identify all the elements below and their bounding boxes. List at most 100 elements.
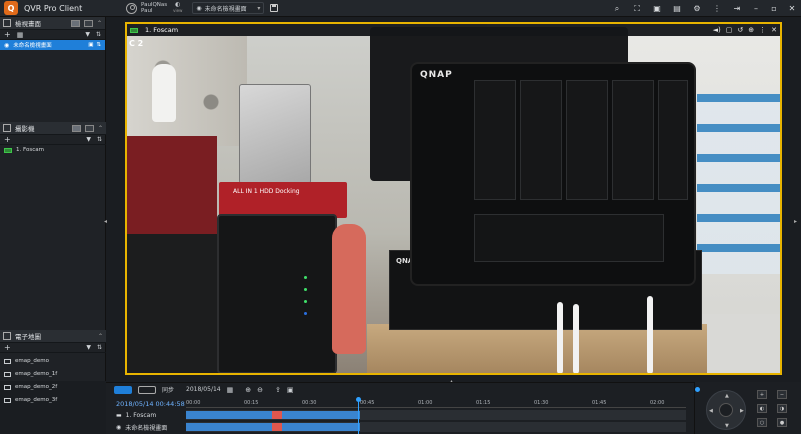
list-item[interactable]: emap_demo_1f xyxy=(0,369,106,379)
iris-open-button[interactable]: ○ xyxy=(757,418,767,427)
camera-status-icon xyxy=(4,147,12,153)
list-item[interactable]: emap_demo xyxy=(0,356,106,366)
list-item[interactable]: emap_demo_2f xyxy=(0,382,106,392)
live-mode-button[interactable] xyxy=(114,385,132,394)
sidebar-collapse-handle[interactable]: ◂ xyxy=(104,218,107,225)
zoom-out-button[interactable]: − xyxy=(777,390,787,399)
video-tile-title: 1. Foscam xyxy=(145,26,179,34)
grid-view-button[interactable] xyxy=(84,124,94,132)
add-icon[interactable]: + xyxy=(4,30,11,39)
tick-label: 01:30 xyxy=(534,400,549,406)
user-icon xyxy=(126,2,137,14)
filter-icon[interactable]: ▼ xyxy=(86,344,91,351)
grid-view-button[interactable] xyxy=(83,19,93,27)
search-icon[interactable]: ⌕ xyxy=(607,4,627,14)
iris-close-button[interactable]: ● xyxy=(777,418,787,427)
calendar-icon[interactable]: ▦ xyxy=(227,386,234,394)
cameras-toolbar: + ▼ ⇅ xyxy=(0,135,106,145)
collapse-icon[interactable]: ⌃ xyxy=(97,20,102,27)
app-logo: Q xyxy=(4,1,18,15)
list-item[interactable]: emap_demo_3f xyxy=(0,395,106,405)
ptz-center-button[interactable] xyxy=(719,403,733,417)
tick-label: 02:00 xyxy=(650,400,665,406)
logout-icon[interactable]: ⇥ xyxy=(727,4,747,13)
save-icon[interactable]: ▣ xyxy=(287,386,294,394)
save-icon[interactable] xyxy=(270,4,279,12)
arrow-down-icon[interactable]: ▼ xyxy=(725,423,729,429)
add-icon[interactable]: + xyxy=(4,135,11,144)
ptz-joystick[interactable]: ▲ ▼ ◀ ▶ xyxy=(706,390,746,430)
layout-icon[interactable]: ▦ xyxy=(17,31,24,39)
sort-icon[interactable]: ⇅ xyxy=(97,136,102,143)
list-view-button[interactable] xyxy=(71,124,81,132)
zoom-icon[interactable]: ⊕ xyxy=(748,26,754,34)
app-title: QVR Pro Client xyxy=(24,3,83,13)
more-icon[interactable]: ⋮ xyxy=(707,4,727,13)
zoom-in-button[interactable]: + xyxy=(757,390,767,399)
emap-toolbar: + ▼ ⇅ xyxy=(0,343,106,353)
add-icon[interactable]: + xyxy=(4,343,11,352)
minimize-icon[interactable]: – xyxy=(747,4,765,13)
filter-icon[interactable]: ▼ xyxy=(85,31,90,38)
timeline-track[interactable] xyxy=(186,410,686,420)
maximize-icon[interactable]: ▫ xyxy=(765,4,783,13)
timeline-ruler[interactable]: 00:00 00:15 00:30 00:45 01:00 01:15 01:3… xyxy=(186,400,686,408)
arrow-right-icon[interactable]: ▶ xyxy=(740,408,744,414)
snapshot-icon[interactable]: ▢ xyxy=(726,26,733,34)
timeline-playhead[interactable] xyxy=(356,397,361,434)
arrow-up-icon[interactable]: ▲ xyxy=(725,393,729,399)
camera-icon: ▬ xyxy=(116,411,122,419)
map-icon xyxy=(4,384,11,390)
map-icon xyxy=(4,358,11,364)
collapse-icon[interactable]: ⌃ xyxy=(98,125,103,132)
view-selector[interactable]: ◉ 未命名檢視畫面 ▾ xyxy=(192,2,265,14)
list-item[interactable]: ◉ 未命名檢視畫面 ▣ ⇅ xyxy=(0,40,105,50)
focus-far-button[interactable]: ◑ xyxy=(777,404,787,413)
date-picker[interactable]: 2018/05/14 xyxy=(186,386,221,393)
zoom-out-icon[interactable]: ⊖ xyxy=(257,386,263,394)
list-view-button[interactable] xyxy=(70,19,80,27)
zoom-in-icon[interactable]: ⊕ xyxy=(245,386,251,394)
playback-mode-button[interactable] xyxy=(138,385,156,394)
grid-icon xyxy=(3,19,11,27)
cameras-panel-title: 攝影機 xyxy=(15,125,35,133)
title-bar: Q QVR Pro Client PaulQNas Paul ◐ view ◉ … xyxy=(0,0,801,17)
sort-icon[interactable]: ⇅ xyxy=(96,42,101,48)
user-account[interactable]: PaulQNas Paul xyxy=(126,2,167,14)
nas-brand: QNAP xyxy=(420,70,453,80)
lock-icon[interactable]: ▤ xyxy=(667,4,687,13)
emap-panel-title: 電子地圖 xyxy=(15,333,41,341)
tick-label: 01:00 xyxy=(418,400,433,406)
arrow-left-icon[interactable]: ◀ xyxy=(709,408,713,414)
export-icon[interactable]: ⇪ xyxy=(275,386,281,394)
more-icon[interactable]: ⋮ xyxy=(759,26,766,34)
video-tile[interactable]: QNAP QNAP ALL IN 1 HDD Docking 1. Foscam… xyxy=(125,22,782,375)
collapse-icon[interactable]: ⌃ xyxy=(98,333,103,340)
list-item[interactable]: 1. Foscam xyxy=(0,145,106,155)
alert-segment[interactable] xyxy=(272,411,282,419)
timeline-track[interactable] xyxy=(186,422,686,432)
sidebar: 檢視畫面 ⌃ + ▦ ▼ ⇅ ◉ 未命名檢視畫面 ▣ ⇅ 攝影機 ⌃ + ▼ ⇅… xyxy=(0,17,106,403)
lock-icon[interactable]: ▣ xyxy=(647,4,667,13)
save-icon[interactable]: ▣ xyxy=(88,42,93,48)
filter-icon[interactable]: ▼ xyxy=(86,136,91,143)
focus-near-button[interactable]: ◐ xyxy=(757,404,767,413)
right-collapse-handle[interactable]: ▸ xyxy=(794,218,797,225)
close-icon[interactable]: ✕ xyxy=(783,4,801,13)
sync-label[interactable]: 同步 xyxy=(162,385,174,394)
channel-label: C 2 xyxy=(129,39,144,48)
playback-icon[interactable]: ↺ xyxy=(737,26,743,34)
close-icon[interactable]: ✕ xyxy=(771,26,777,34)
fullscreen-icon[interactable]: ⛶ xyxy=(627,4,647,14)
moon-icon: ◐ xyxy=(175,1,181,8)
alert-segment[interactable] xyxy=(272,423,282,431)
speaker-icon[interactable]: ◄) xyxy=(713,26,721,34)
table-row: ▬ 1. Foscam xyxy=(106,410,694,420)
sort-icon[interactable]: ⇅ xyxy=(97,344,102,351)
gear-icon[interactable]: ⚙ xyxy=(687,4,707,13)
display-mode-toggle[interactable]: ◐ view xyxy=(173,2,182,14)
sort-icon[interactable]: ⇅ xyxy=(96,31,101,38)
timeline-row-label: 1. Foscam xyxy=(125,411,157,419)
tick-label: 00:45 xyxy=(360,400,375,406)
tick-label: 00:30 xyxy=(302,400,317,406)
